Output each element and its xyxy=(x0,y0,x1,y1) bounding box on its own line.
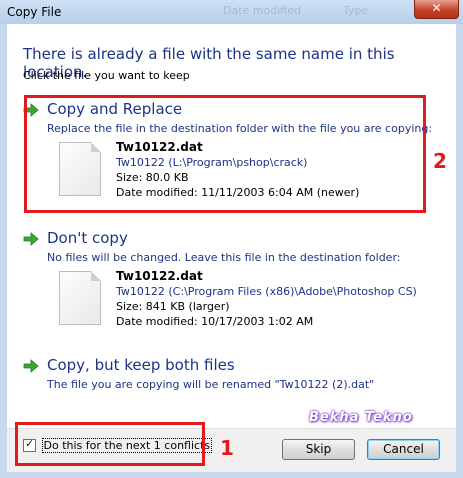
annotation-number-2: 2 xyxy=(433,149,447,173)
annotation-number-1: 1 xyxy=(220,436,234,460)
option-description: The file you are copying will be renamed… xyxy=(47,378,375,391)
window-frame-left xyxy=(0,24,7,478)
window-title: Copy File xyxy=(7,5,62,19)
option-keep-both-files[interactable]: Copy, but keep both files The file you a… xyxy=(23,356,443,396)
document-file-icon xyxy=(59,271,101,325)
watermark-text: Bekha Tekno xyxy=(309,410,413,425)
green-arrow-icon xyxy=(23,232,39,246)
file-details: Tw10122.dat Tw10122 (C:\Program Files (x… xyxy=(116,269,417,329)
option-description: No files will be changed. Leave this fil… xyxy=(47,251,401,264)
cancel-button[interactable]: Cancel xyxy=(367,439,440,460)
green-arrow-icon xyxy=(23,359,39,373)
window-frame-bottom xyxy=(0,472,463,478)
file-path: Tw10122 (C:\Program Files (x86)\Adobe\Ph… xyxy=(116,285,417,298)
window-frame-right xyxy=(456,24,463,478)
close-button[interactable]: ✕ xyxy=(414,0,459,19)
dialog-content: There is already a file with the same na… xyxy=(7,24,456,428)
option-title: Copy, but keep both files xyxy=(47,356,235,374)
title-bar[interactable]: Copy File Date modified Type ✕ xyxy=(0,0,463,25)
background-column-header-type: Type xyxy=(343,4,369,17)
option-dont-copy[interactable]: Don't copy No files will be changed. Lea… xyxy=(23,229,443,329)
option-title: Don't copy xyxy=(47,229,128,247)
skip-button[interactable]: Skip xyxy=(282,439,355,460)
file-size: Size: 841 KB (larger) xyxy=(116,300,230,313)
annotation-highlight-checkbox xyxy=(15,422,205,466)
background-column-header: Date modified xyxy=(223,4,301,17)
file-date-modified: Date modified: 10/17/2003 1:02 AM xyxy=(116,315,314,328)
close-icon: ✕ xyxy=(431,1,442,15)
file-name: Tw10122.dat xyxy=(116,269,203,283)
annotation-highlight-copy-replace xyxy=(24,95,426,213)
dialog-subheading: Click the file you want to keep xyxy=(23,69,190,82)
